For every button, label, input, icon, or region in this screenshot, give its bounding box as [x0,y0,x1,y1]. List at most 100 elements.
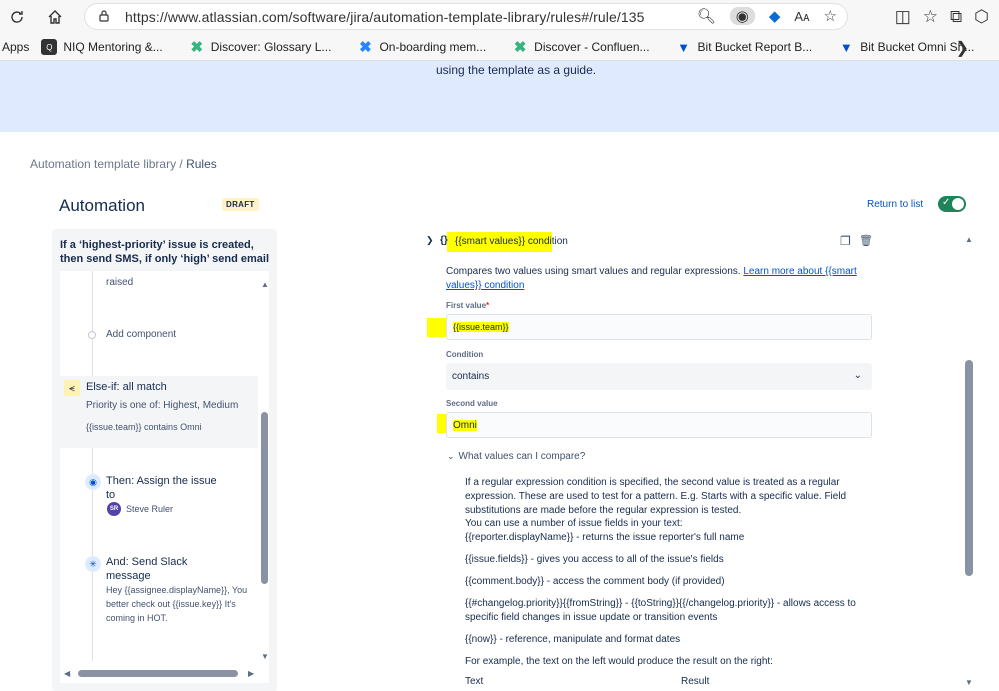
and-label-1[interactable]: And: Send Slack [106,556,187,568]
second-value-input[interactable]: Omni [446,412,872,438]
elseif-line1: Priority is one of: Highest, Medium [86,400,239,411]
bookmark-glossary[interactable]: ✖ Discover: Glossary L... [189,39,332,56]
extensions-icon[interactable]: ⬡ [974,7,989,27]
help-paragraph: You can use a number of issue fields in … [465,518,683,529]
collection-tag-icon[interactable]: ◆ [769,7,781,25]
bookmark-label: Bit Bucket Report B... [697,40,813,54]
bookmark-discover[interactable]: ✖ Discover - Confluen... [512,39,650,56]
condition-description: Compares two values using smart values a… [446,265,876,293]
compare-help-expander[interactable]: ⌄ What values can I compare? [447,451,585,462]
bookmarks-bar: Apps Q NIQ Mentoring &... ✖ Discover: Gl… [0,34,999,61]
first-value-text: {{issue.team}} [453,322,509,332]
slack-body-1: Hey {{assignee.displayName}}, You [106,585,248,595]
scroll-right-arrow-icon[interactable]: ▶ [248,669,254,678]
return-to-list-link[interactable]: Return to list [867,199,923,210]
hero-text: using the template as a guide. [436,63,597,77]
url-text[interactable]: https://www.atlassian.com/software/jira/… [125,9,645,25]
rule-title: If a ‘highest-priority’ issue is created… [60,239,270,265]
first-value-label: First value* [446,301,489,310]
read-aloud-icon[interactable]: Aᴀ [794,9,809,24]
scroll-down-arrow-icon[interactable]: ▼ [261,652,269,661]
then-label-1[interactable]: Then: Assign the issue [106,475,217,487]
chevron-down-icon: ⌄ [853,370,862,381]
second-value-label: Second value [446,399,498,408]
left-vertical-scrollbar[interactable] [261,412,268,584]
condition-select-value: contains [452,371,490,382]
bookmark-bitbucket-report[interactable]: ▼ Bit Bucket Report B... [676,39,813,55]
help-paragraph: {{issue.fields}} - gives you access to a… [465,554,724,565]
niq-icon: Q [41,39,58,55]
elseif-line2: {{issue.team}} contains Omni [86,422,202,432]
breadcrumb-root[interactable]: Automation template library [30,157,176,171]
raised-text: raised [106,277,134,288]
scroll-left-arrow-icon[interactable]: ◀ [64,669,70,678]
tracking-prevention-icon[interactable]: ◉ [729,7,755,25]
bookmark-label: Apps [2,40,30,54]
required-mark: * [486,301,490,310]
bookmark-label: Discover: Glossary L... [210,40,332,54]
left-horizontal-scrollbar[interactable] [78,670,238,677]
confluence-icon: ✖ [513,39,527,56]
chevron-down-icon[interactable]: ❯ [426,235,434,246]
favorite-star-icon[interactable]: ☆ [824,7,837,25]
slack-body-3: coming in HOT. [106,613,168,623]
condition-select[interactable]: contains ⌄ [446,363,872,390]
scroll-up-arrow-icon[interactable]: ▲ [261,280,269,289]
first-value-label-text: First value [446,301,487,310]
and-label-2[interactable]: message [106,570,151,582]
favorites-icon[interactable]: ☆ [923,7,938,27]
bookmark-label: On-boarding mem... [379,40,487,54]
hero-banner: using the template as a guide. [0,61,999,132]
help-paragraph: {{#changelog.priority}}{{fromString}} - … [465,598,856,623]
page-title: Automation [59,196,145,215]
enable-rule-toggle[interactable]: ✓ [938,196,966,212]
help-paragraph: {{comment.body}} - access the comment bo… [465,576,725,587]
zoom-icon[interactable]: 🔍︎ [697,7,716,25]
condition-title: {{smart values}} condition [455,236,568,247]
breadcrumb-separator: / [176,157,187,171]
result-column-header: Result [681,676,710,687]
then-label-2[interactable]: to [106,489,115,501]
confluence-icon: ✖ [359,39,372,56]
first-value-input[interactable]: {{issue.team}} [446,314,872,340]
elseif-step[interactable]: ⪪ Else-if: all match Priority is one of:… [60,376,258,448]
description-text: Compares two values using smart values a… [446,266,741,277]
confluence-icon: ✖ [190,39,204,56]
bookmark-label: NIQ Mentoring &... [63,40,163,54]
bookmark-bitbucket-omni[interactable]: ▼ Bit Bucket Omni Sh... [838,39,974,55]
lock-icon[interactable] [97,9,111,28]
bitbucket-icon: ▼ [839,39,853,55]
add-component-link[interactable]: Add component [106,329,176,340]
home-icon[interactable] [40,2,70,32]
condition-label: Condition [446,350,484,359]
branch-icon: ⪪ [64,380,80,396]
slack-body-2: better check out {{issue.key}} It's [106,599,236,609]
help-paragraph: For example, the text on the left would … [465,656,773,667]
bookmark-niq[interactable]: Q NIQ Mentoring &... [41,39,163,55]
chevron-down-icon: ⌄ [447,451,455,461]
split-screen-icon[interactable]: ◫ [895,7,911,27]
collections-icon[interactable]: ⧉ [950,7,962,27]
add-component-dot [88,331,96,339]
chevron-right-icon[interactable]: ❯ [956,38,969,58]
address-bar[interactable]: https://www.atlassian.com/software/jira/… [84,3,848,30]
scroll-down-arrow-icon[interactable]: ▼ [965,678,973,687]
copy-icon[interactable]: ❐ [840,234,851,248]
assign-user-icon: ◉ [85,474,101,490]
bookmark-onboarding[interactable]: ✖ On-boarding mem... [357,39,487,56]
bitbucket-icon: ▼ [677,39,690,55]
draft-badge: DRAFT [222,198,259,211]
second-value-text: Omni [453,420,477,431]
smart-values-icon: {} [440,235,448,246]
slack-icon: ✳ [85,556,101,572]
check-icon: ✓ [942,197,951,208]
elseif-label: Else-if: all match [86,381,167,393]
assignee-name: Steve Ruler [126,504,174,514]
right-vertical-scrollbar[interactable] [965,360,973,576]
bookmark-apps[interactable]: Apps [2,40,29,54]
toggle-knob [952,198,964,210]
help-paragraph: {{reporter.displayName}} - returns the i… [465,532,745,543]
scroll-up-arrow-icon[interactable]: ▲ [965,235,973,244]
reload-icon[interactable] [2,2,32,32]
delete-icon[interactable]: 🗑︎ [859,234,873,247]
